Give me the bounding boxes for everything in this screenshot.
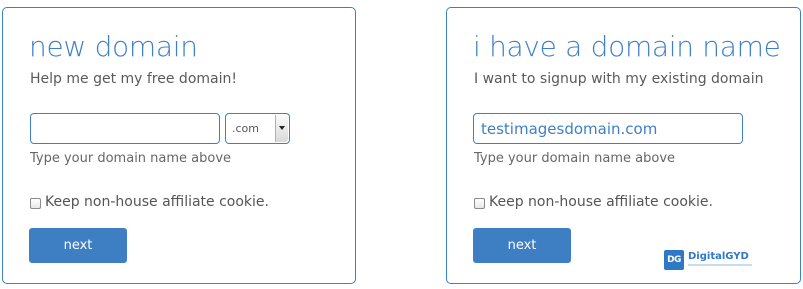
tld-select[interactable]: .com	[225, 113, 290, 144]
new-domain-panel: new domain Help me get my free domain! .…	[2, 7, 356, 284]
watermark-tagline-bar	[688, 264, 752, 266]
affiliate-cookie-checkbox[interactable]	[30, 198, 41, 209]
affiliate-cookie-label[interactable]: Keep non-house affiliate cookie.	[489, 194, 713, 210]
panel-title: new domain	[29, 30, 198, 63]
tld-dropdown-toggle[interactable]	[275, 115, 288, 142]
affiliate-cookie-label[interactable]: Keep non-house affiliate cookie.	[45, 194, 269, 210]
new-domain-next-button[interactable]: next	[29, 228, 127, 263]
domain-hint: Type your domain name above	[30, 151, 232, 166]
panel-subtitle: Help me get my free domain!	[30, 71, 237, 87]
panel-subtitle: I want to signup with my existing domain	[474, 71, 764, 87]
panel-title: i have a domain name	[473, 30, 781, 63]
domain-hint: Type your domain name above	[474, 151, 676, 166]
digitalgyd-logo-icon: DG	[664, 250, 684, 270]
existing-domain-input[interactable]	[473, 113, 743, 144]
affiliate-cookie-checkbox[interactable]	[474, 198, 485, 209]
existing-domain-next-button[interactable]: next	[473, 228, 571, 263]
new-domain-input[interactable]	[30, 113, 220, 144]
watermark-name: DigitalGYD	[688, 251, 749, 262]
chevron-down-icon	[279, 126, 285, 130]
existing-domain-panel: i have a domain name I want to signup wi…	[446, 7, 801, 284]
tld-selected-value: .com	[232, 122, 259, 135]
